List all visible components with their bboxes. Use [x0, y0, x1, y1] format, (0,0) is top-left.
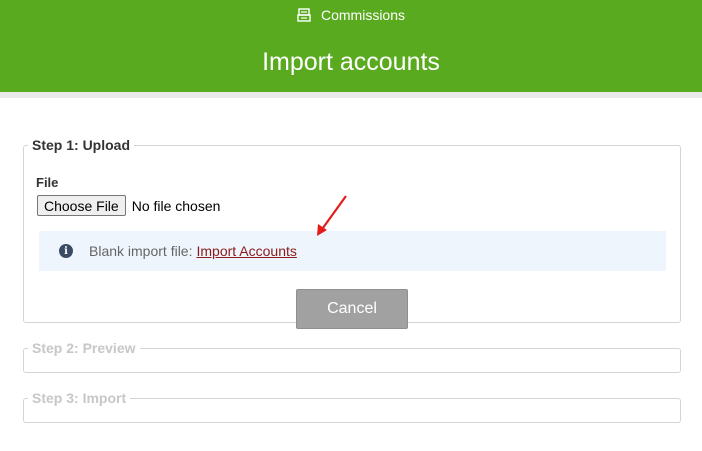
header-divider	[0, 92, 702, 98]
annotation-arrow-icon	[317, 195, 347, 236]
register-icon	[297, 8, 311, 22]
file-label: File	[36, 175, 59, 190]
file-input[interactable]: Choose File No file chosen	[37, 195, 220, 216]
info-text: Blank import file:	[89, 243, 193, 259]
step-import-section: Step 3: Import	[23, 390, 681, 423]
header: Commissions Import accounts	[0, 0, 702, 92]
step-import-legend: Step 3: Import	[32, 390, 127, 406]
cancel-button[interactable]: Cancel	[296, 289, 408, 329]
step-preview-legend: Step 2: Preview	[32, 340, 136, 356]
step-upload-legend: Step 1: Upload	[32, 137, 131, 153]
file-status: No file chosen	[131, 197, 221, 214]
breadcrumb-label[interactable]: Commissions	[321, 6, 405, 24]
choose-file-button[interactable]: Choose File	[37, 195, 126, 216]
breadcrumb: Commissions	[0, 6, 702, 26]
step-preview-section: Step 2: Preview	[23, 340, 681, 373]
page-title: Import accounts	[262, 48, 440, 76]
info-icon: i	[59, 244, 73, 258]
import-accounts-link[interactable]: Import Accounts	[196, 243, 296, 259]
